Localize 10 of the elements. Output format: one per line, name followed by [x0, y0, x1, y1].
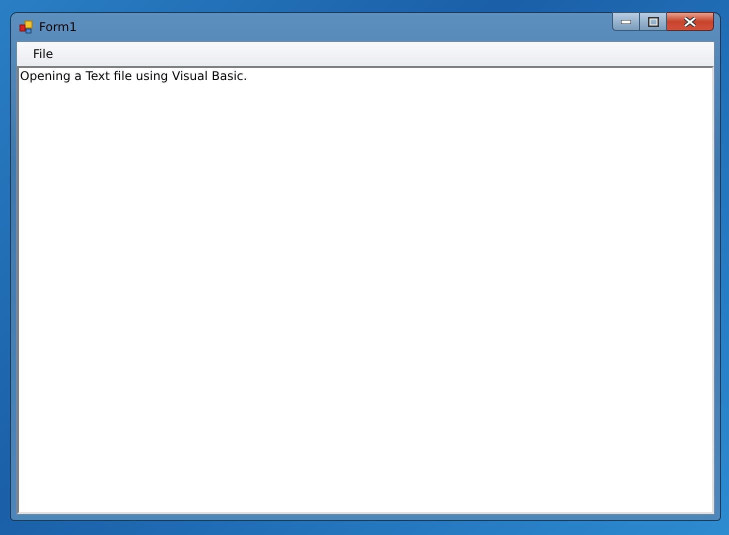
- minimize-button[interactable]: [612, 12, 640, 31]
- maximize-icon: [648, 16, 658, 26]
- close-button[interactable]: [667, 12, 714, 31]
- text-area[interactable]: Opening a Text file using Visual Basic.: [17, 66, 714, 514]
- app-icon: [19, 20, 33, 34]
- menu-item[interactable]: File: [26, 45, 60, 63]
- close-icon: [684, 16, 696, 26]
- maximize-button[interactable]: [640, 12, 667, 31]
- minimize-icon: [621, 20, 631, 24]
- window-title: Form1: [39, 19, 77, 36]
